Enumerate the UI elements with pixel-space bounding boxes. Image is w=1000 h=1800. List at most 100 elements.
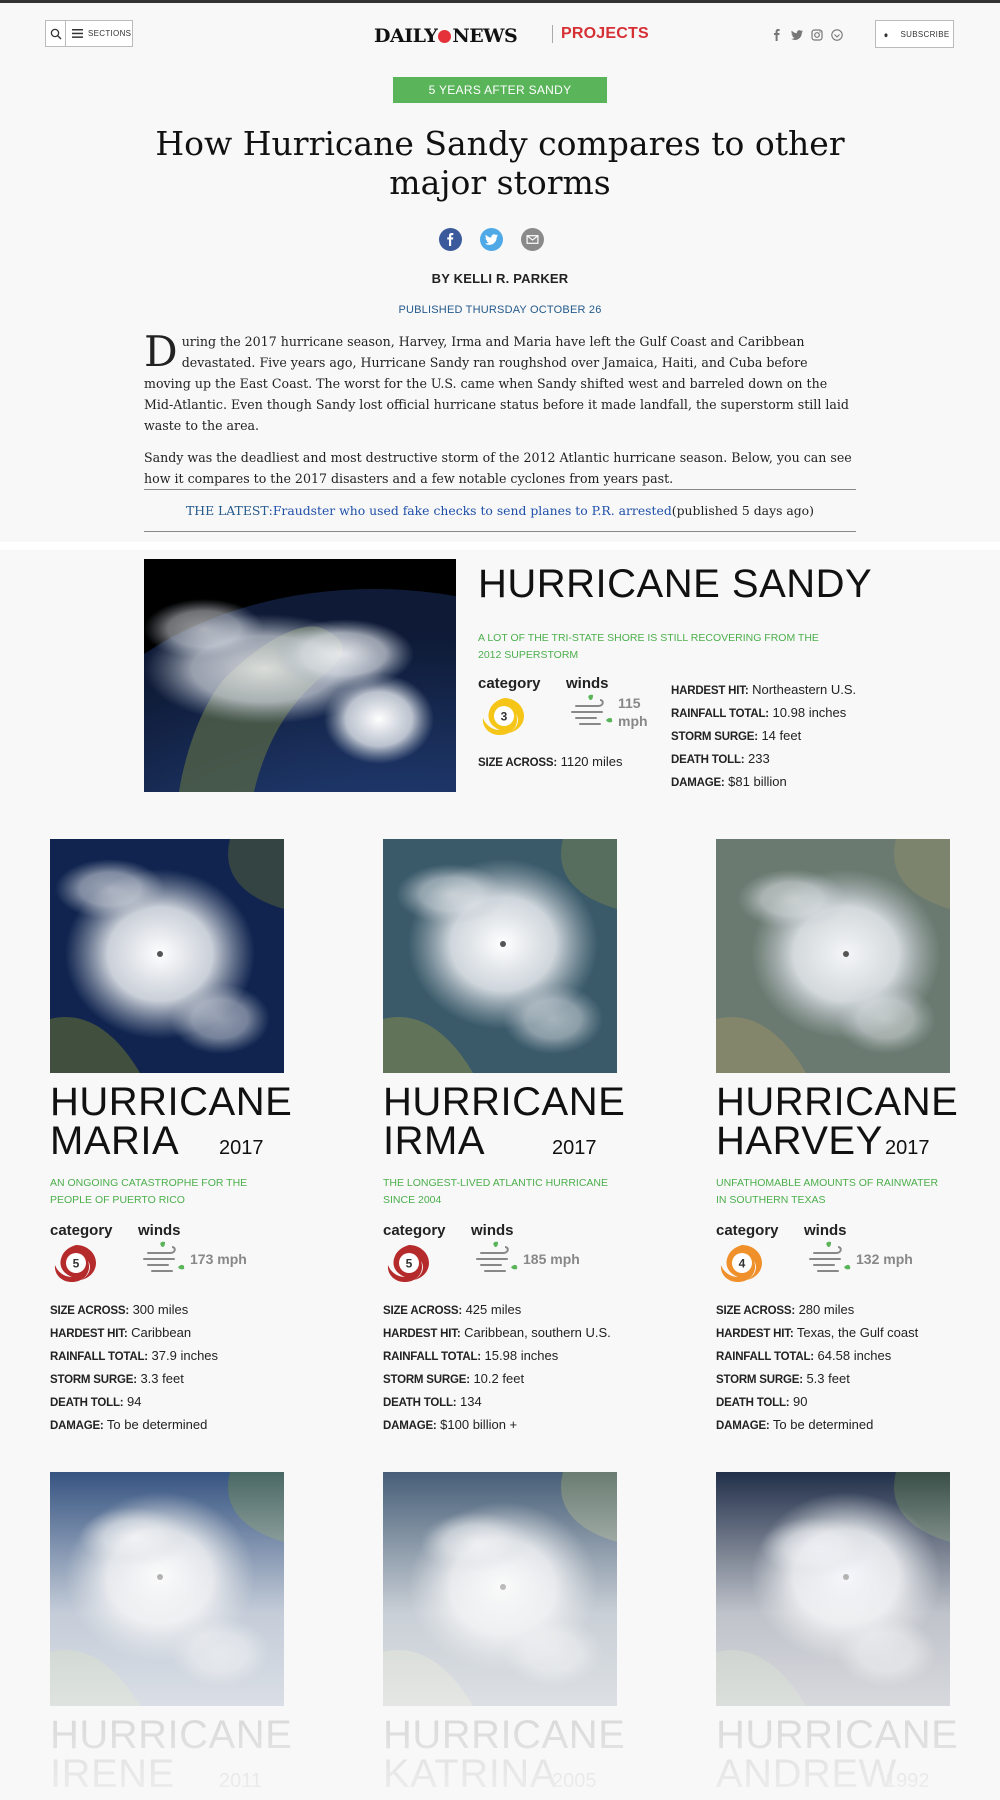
article-headline: How Hurricane Sandy compares to other ma… xyxy=(155,124,845,202)
storm-title-line1: HURRICANE xyxy=(716,1080,959,1124)
stat-size-across: SIZE ACROSS: 280 miles xyxy=(716,1299,918,1322)
storm-title-line1: HURRICANE xyxy=(383,1080,626,1124)
subscribe-button[interactable]: ••• SUBSCRIBE xyxy=(875,20,954,48)
logo-text-left: DAILY xyxy=(374,25,438,47)
storm-satellite-image xyxy=(50,1472,284,1706)
storm-title-line1: HURRICANE xyxy=(716,1713,959,1757)
stat-death-toll: DEATH TOLL: 90 xyxy=(716,1391,918,1414)
more-vertical-icon: ••• xyxy=(879,33,891,35)
stat-value: 280 miles xyxy=(794,1302,855,1317)
stat-label: RAINFALL TOTAL: xyxy=(383,1351,481,1363)
logo-text-right: NEWS xyxy=(452,25,518,47)
storm-category: category 5 xyxy=(383,1222,446,1292)
search-icon[interactable] xyxy=(46,21,66,46)
stat-rainfall: RAINFALL TOTAL: 15.98 inches xyxy=(383,1345,611,1368)
winds-unit: mph xyxy=(618,713,648,729)
storm-title-line1: HURRICANE xyxy=(50,1080,293,1124)
site-header: SECTIONS DAILY NEWS PROJECTS ••• SUBSCRIB… xyxy=(0,3,1000,65)
stat-value: 425 miles xyxy=(461,1302,522,1317)
subscribe-label: SUBSCRIBE xyxy=(900,29,950,39)
daily-news-logo[interactable]: DAILY NEWS xyxy=(374,25,518,47)
stat-label: DEATH TOLL: xyxy=(50,1397,124,1409)
byline: BY KELLI R. PARKER xyxy=(431,271,569,286)
facebook-icon[interactable] xyxy=(771,29,783,41)
stat-label: DEATH TOLL: xyxy=(383,1397,457,1409)
stat-value: 10.98 inches xyxy=(768,705,847,720)
stat-label: STORM SURGE: xyxy=(671,731,758,743)
storm-satellite-image xyxy=(383,1472,617,1706)
storm-year: 2017 xyxy=(885,1137,930,1159)
storm-title-line1: HURRICANE xyxy=(50,1713,293,1757)
sections-menu-button[interactable]: SECTIONS xyxy=(45,20,133,47)
section-kicker[interactable]: 5 YEARS AFTER SANDY xyxy=(393,77,607,103)
stat-value: 233 xyxy=(744,751,770,766)
winds-value: 115 xyxy=(618,695,641,711)
category-label: category xyxy=(50,1222,113,1239)
stat-label: DEATH TOLL: xyxy=(671,754,745,766)
share-buttons xyxy=(439,228,544,251)
wind-icon xyxy=(476,1241,518,1272)
latest-news-box: THE LATEST: Fraudster who used fake chec… xyxy=(144,489,856,532)
sandy-winds: winds 115 mph xyxy=(566,675,648,732)
stat-label: HARDEST HIT: xyxy=(716,1328,794,1340)
instagram-icon[interactable] xyxy=(811,29,823,41)
sandy-title: HURRICANE SANDY xyxy=(478,562,873,606)
winds-label: winds xyxy=(804,1222,847,1239)
storm-category: category 5 xyxy=(50,1222,113,1292)
share-twitter-icon[interactable] xyxy=(480,228,503,251)
stat-value: 64.58 inches xyxy=(813,1348,892,1363)
stat-death-toll: DEATH TOLL: 134 xyxy=(383,1391,611,1414)
hamburger-icon xyxy=(72,29,83,38)
publish-date: PUBLISHED THURSDAY OCTOBER 26 xyxy=(398,304,602,316)
twitter-icon[interactable] xyxy=(791,29,803,41)
pinterest-icon[interactable] xyxy=(831,29,843,41)
storm-satellite-image xyxy=(50,839,284,1073)
stat-label: DAMAGE: xyxy=(716,1420,770,1432)
stat-storm-surge: STORM SURGE: 10.2 feet xyxy=(383,1368,611,1391)
winds-label: winds xyxy=(138,1222,181,1239)
latest-link[interactable]: Fraudster who used fake checks to send p… xyxy=(273,503,672,518)
stat-hardest-hit: HARDEST HIT: Northeastern U.S. xyxy=(671,679,856,702)
stat-label: RAINFALL TOTAL: xyxy=(50,1351,148,1363)
storm-winds: winds 185 mph xyxy=(471,1222,580,1279)
winds-value: 173 mph xyxy=(190,1251,247,1267)
stat-death-toll: DEATH TOLL: 94 xyxy=(50,1391,218,1414)
stat-value: 15.98 inches xyxy=(480,1348,559,1363)
hurricane-category-icon: 3 xyxy=(482,698,524,735)
hurricane-category-icon: 5 xyxy=(54,1245,96,1282)
stat-damage: DAMAGE: $100 billion + xyxy=(383,1414,611,1437)
share-facebook-icon[interactable] xyxy=(439,228,462,251)
stat-damage: DAMAGE: $81 billion xyxy=(671,771,856,794)
article-paragraph: Sandy was the deadliest and most destruc… xyxy=(144,450,852,486)
stat-label: DAMAGE: xyxy=(50,1420,104,1432)
storm-year: 2017 xyxy=(219,1137,264,1159)
winds-value: 185 mph xyxy=(523,1251,580,1267)
logo-separator xyxy=(552,25,553,43)
sandy-stats: HARDEST HIT: Northeastern U.S. RAINFALL … xyxy=(671,679,856,794)
hurricane-category-icon: 5 xyxy=(387,1245,429,1282)
storm-year: 2011 xyxy=(219,1770,263,1792)
stat-death-toll: DEATH TOLL: 233 xyxy=(671,748,856,771)
storm-satellite-image xyxy=(383,839,617,1073)
stat-value: $81 billion xyxy=(724,774,787,789)
stat-rainfall: RAINFALL TOTAL: 64.58 inches xyxy=(716,1345,918,1368)
stat-label: STORM SURGE: xyxy=(716,1374,803,1386)
stat-value: 134 xyxy=(456,1394,482,1409)
category-label: category xyxy=(383,1222,446,1239)
storm-subtitle: UNFATHOMABLE AMOUNTS OF RAINWATER IN SOU… xyxy=(716,1177,939,1206)
share-email-icon[interactable] xyxy=(521,228,544,251)
stat-label: STORM SURGE: xyxy=(50,1374,137,1386)
stat-label: HARDEST HIT: xyxy=(383,1328,461,1340)
stat-hardest-hit: HARDEST HIT: Caribbean, southern U.S. xyxy=(383,1322,611,1345)
projects-link[interactable]: PROJECTS xyxy=(561,25,649,43)
stat-label: SIZE ACROSS: xyxy=(50,1305,129,1317)
stat-value: 5.3 feet xyxy=(802,1371,850,1386)
stat-label: SIZE ACROSS: xyxy=(478,757,557,769)
latest-label[interactable]: THE LATEST xyxy=(186,503,269,518)
storm-stats: SIZE ACROSS: 300 miles HARDEST HIT: Cari… xyxy=(50,1299,218,1437)
sections-menu[interactable]: SECTIONS xyxy=(66,29,131,38)
sections-label: SECTIONS xyxy=(88,29,132,38)
stat-size-across: SIZE ACROSS: 425 miles xyxy=(383,1299,611,1322)
stat-value: 37.9 inches xyxy=(147,1348,219,1363)
storm-subtitle: THE LONGEST-LIVED ATLANTIC HURRICANE SIN… xyxy=(383,1177,609,1206)
